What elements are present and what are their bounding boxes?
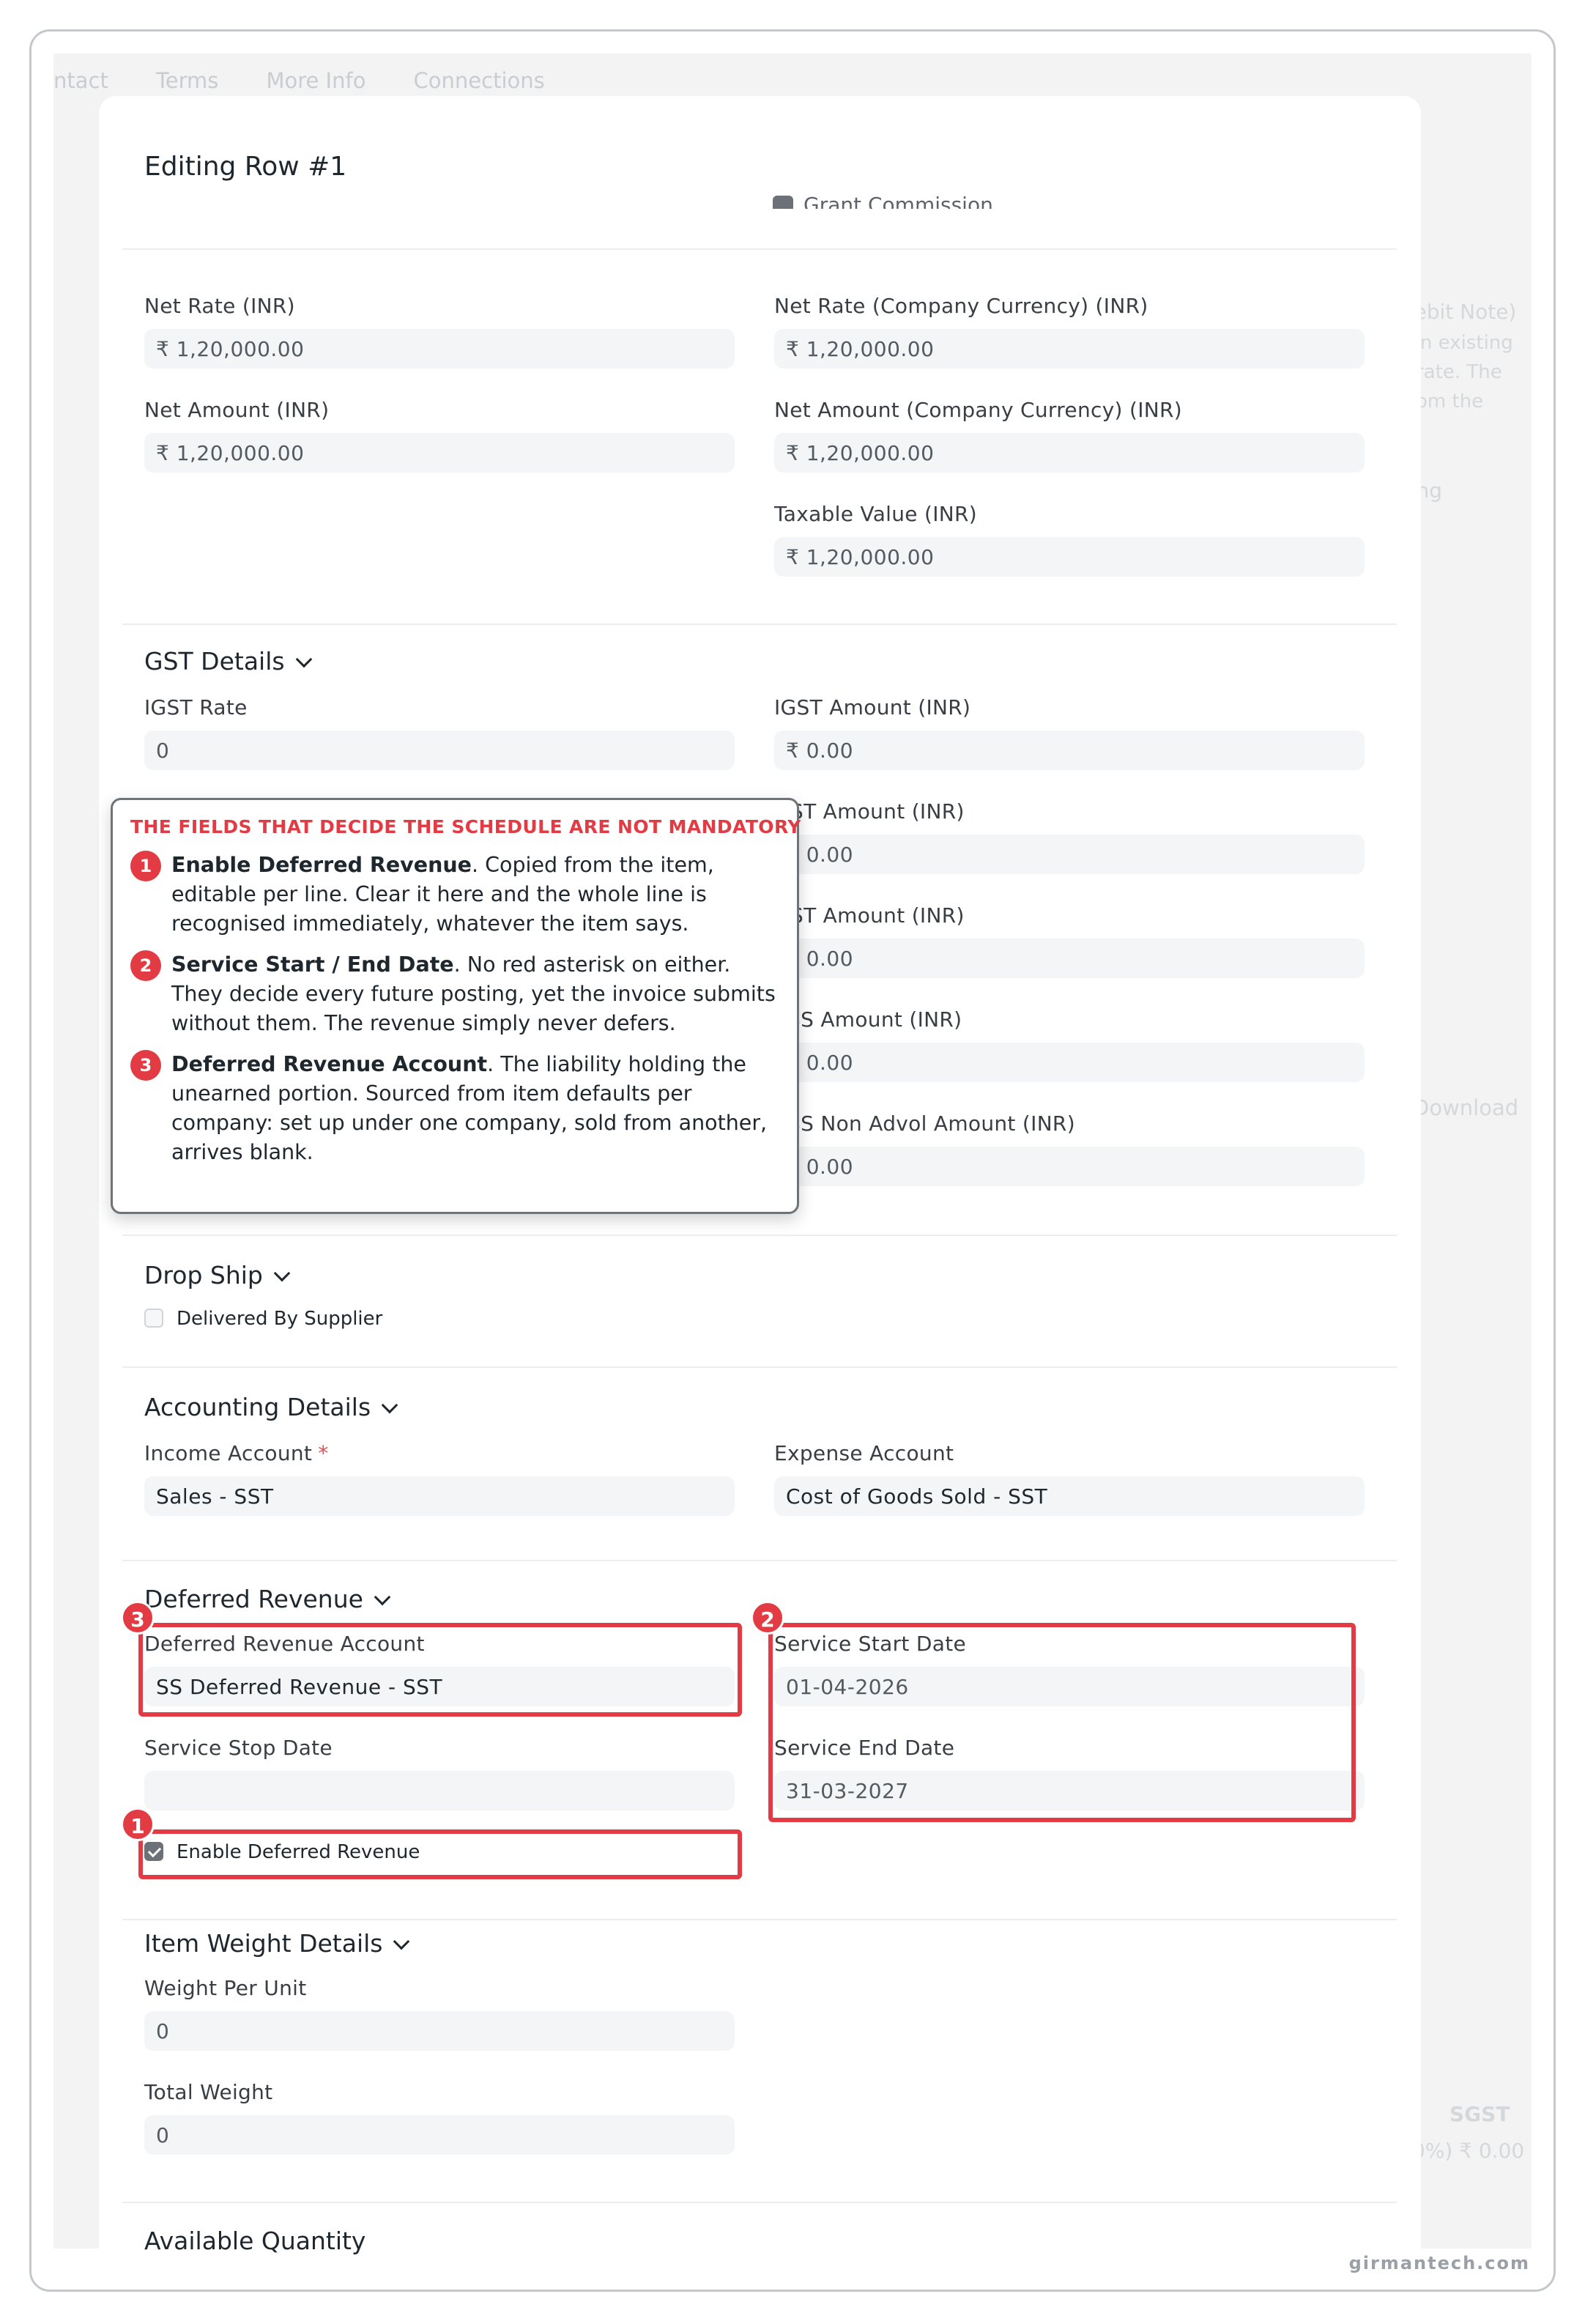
checkbox-icon: [144, 1308, 163, 1328]
divider: [122, 1919, 1397, 1920]
annotation-callout: THE FIELDS THAT DECIDE THE SCHEDULE ARE …: [111, 798, 801, 1214]
watermark: girmantech.com: [1348, 2253, 1530, 2273]
net-rate-company-label: Net Rate (Company Currency) (INR): [774, 294, 1148, 318]
accounting-details-title: Accounting Details: [144, 1393, 371, 1421]
net-rate-label: Net Rate (INR): [144, 294, 295, 318]
tab-more-info[interactable]: More Info: [266, 68, 365, 93]
bg-sgst-header: SGST: [1449, 2102, 1510, 2126]
drop-ship-section-toggle[interactable]: Drop Ship: [144, 1261, 291, 1289]
divider: [122, 1366, 1397, 1368]
total-weight-field[interactable]: 0: [144, 2115, 735, 2155]
igst-rate-field[interactable]: 0: [144, 730, 735, 770]
highlight-service-dates: [768, 1623, 1356, 1822]
chevron-down-icon: [295, 651, 312, 668]
gst-details-title: GST Details: [144, 647, 285, 676]
net-rate-company-field[interactable]: ₹ 1,20,000.00: [774, 329, 1365, 369]
divider: [122, 1560, 1397, 1561]
net-amount-company-label: Net Amount (Company Currency) (INR): [774, 398, 1182, 422]
item-weight-section-toggle[interactable]: Item Weight Details: [144, 1929, 410, 1958]
service-stop-date-field[interactable]: [144, 1771, 735, 1810]
expense-account-label: Expense Account: [774, 1441, 954, 1465]
tab-terms[interactable]: Terms: [156, 68, 218, 93]
bg-download-button[interactable]: Download: [1413, 1095, 1518, 1120]
net-amount-label: Net Amount (INR): [144, 398, 330, 422]
callout-heading: THE FIELDS THAT DECIDE THE SCHEDULE ARE …: [130, 816, 801, 837]
net-rate-field[interactable]: ₹ 1,20,000.00: [144, 329, 735, 369]
highlight-enable-deferred: [138, 1829, 742, 1879]
income-account-label-text: Income Account: [144, 1441, 313, 1465]
expense-account-field[interactable]: Cost of Goods Sold - SST: [774, 1476, 1365, 1516]
available-quantity-title: Available Quantity: [144, 2227, 366, 2255]
callout-item-2: 2 Service Start / End Date. No red asteri…: [130, 950, 779, 1038]
chevron-down-icon: [374, 1588, 391, 1606]
deferred-revenue-section-toggle[interactable]: Deferred Revenue: [144, 1585, 391, 1613]
cess-non-advol-field[interactable]: ₹ 0.00: [774, 1147, 1365, 1186]
income-account-field[interactable]: Sales - SST: [144, 1476, 735, 1516]
net-amount-company-field[interactable]: ₹ 1,20,000.00: [774, 433, 1365, 473]
bg-desc-3: om the: [1416, 391, 1484, 412]
chevron-down-icon: [381, 1396, 398, 1414]
highlight-deferred-account: [138, 1623, 742, 1717]
checkbox-icon: [773, 196, 793, 209]
callout-item-1: 1 Enable Deferred Revenue. Copied from th…: [130, 851, 779, 939]
cess-amount-field[interactable]: ₹ 0.00: [774, 1043, 1365, 1082]
drop-ship-title: Drop Ship: [144, 1261, 263, 1289]
chevron-down-icon: [393, 1933, 410, 1950]
taxable-value-field[interactable]: ₹ 1,20,000.00: [774, 537, 1365, 577]
divider: [122, 2202, 1397, 2203]
callout-number-3: 3: [130, 1050, 161, 1081]
divider: [122, 623, 1397, 625]
weight-per-unit-label: Weight Per Unit: [144, 1976, 307, 2000]
gst-details-section-toggle[interactable]: GST Details: [144, 647, 312, 676]
sgst-amount-label: GST Amount (INR): [774, 903, 965, 928]
annotation-badge-3: 3: [121, 1601, 155, 1635]
callout-item-3-title: Deferred Revenue Account: [171, 1052, 488, 1076]
deferred-revenue-title: Deferred Revenue: [144, 1585, 363, 1613]
annotation-badge-2: 2: [751, 1601, 784, 1635]
callout-item-1-title: Enable Deferred Revenue: [171, 853, 472, 877]
bg-desc-1: an existing: [1408, 332, 1513, 354]
tab-connections[interactable]: Connections: [414, 68, 545, 93]
divider: [122, 1235, 1397, 1236]
total-weight-label: Total Weight: [144, 2080, 273, 2104]
annotation-badge-1: 1: [121, 1807, 155, 1841]
service-stop-date-label: Service Stop Date: [144, 1736, 333, 1760]
delivered-by-supplier-checkbox[interactable]: Delivered By Supplier: [144, 1308, 382, 1330]
delivered-by-supplier-label: Delivered By Supplier: [177, 1308, 383, 1330]
bg-sgst-value: .0%) ₹ 0.00: [1406, 2139, 1525, 2163]
weight-per-unit-field[interactable]: 0: [144, 2011, 735, 2051]
chevron-down-icon: [273, 1265, 291, 1282]
cess-amount-label: ESS Amount (INR): [774, 1007, 962, 1032]
bg-desc-2: rate. The: [1416, 361, 1502, 383]
cgst-amount-field[interactable]: ₹ 0.00: [774, 835, 1365, 874]
net-amount-field[interactable]: ₹ 1,20,000.00: [144, 433, 735, 473]
grant-commission-label: Grant Commission: [803, 193, 993, 209]
callout-number-1: 1: [130, 851, 161, 881]
dialog-title: Editing Row #1: [144, 152, 347, 182]
income-account-label: Income Account *: [144, 1441, 329, 1465]
igst-amount-field[interactable]: ₹ 0.00: [774, 730, 1365, 770]
taxable-value-label: Taxable Value (INR): [774, 502, 978, 526]
cgst-amount-label: GST Amount (INR): [774, 799, 965, 824]
sgst-amount-field[interactable]: ₹ 0.00: [774, 939, 1365, 978]
callout-item-2-title: Service Start / End Date: [171, 952, 454, 977]
igst-rate-label: IGST Rate: [144, 695, 248, 719]
tab-contact[interactable]: ntact: [53, 68, 108, 93]
screenshot-frame: ntact Terms More Info Connections (Debit…: [29, 29, 1556, 2292]
igst-amount-label: IGST Amount (INR): [774, 695, 971, 719]
accounting-details-section-toggle[interactable]: Accounting Details: [144, 1393, 398, 1421]
cess-non-advol-label: ESS Non Advol Amount (INR): [774, 1111, 1075, 1136]
item-weight-title: Item Weight Details: [144, 1929, 383, 1958]
divider: [122, 248, 1397, 250]
required-asterisk: *: [318, 1441, 329, 1465]
callout-item-3: 3 Deferred Revenue Account. The liability…: [130, 1050, 779, 1167]
callout-number-2: 2: [130, 950, 161, 981]
grant-commission-checkbox-row[interactable]: Grant Commission: [773, 193, 993, 209]
